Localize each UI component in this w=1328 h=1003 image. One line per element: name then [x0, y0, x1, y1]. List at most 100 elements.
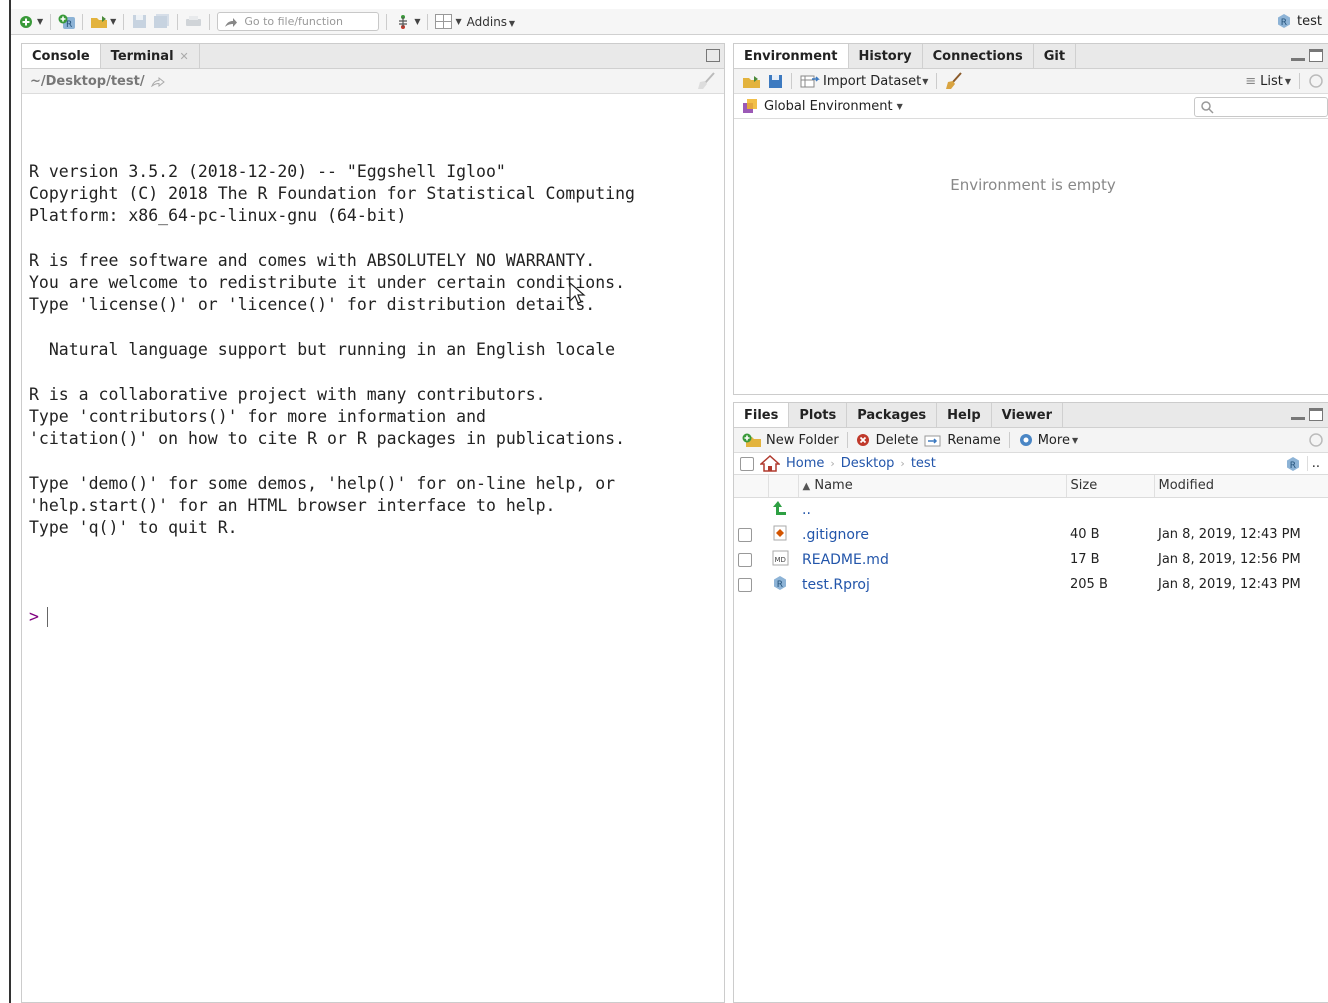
tab-viewer[interactable]: Viewer	[992, 403, 1063, 427]
import-dataset-menu[interactable]: Import Dataset ▼	[800, 74, 928, 89]
toolbar-divider	[123, 13, 125, 30]
goto-directory-icon[interactable]	[150, 76, 165, 87]
load-workspace-icon[interactable]	[742, 74, 762, 89]
size-column-header[interactable]: Size	[1066, 475, 1155, 498]
chevron-down-icon[interactable]: ▼	[455, 17, 461, 26]
tab-label: Console	[32, 48, 90, 64]
tab-environment[interactable]: Environment	[734, 44, 849, 68]
console-path-bar: ~/Desktop/test/	[22, 69, 724, 94]
environment-search-input[interactable]	[1194, 97, 1328, 117]
tab-label: Plots	[799, 407, 837, 423]
tab-files[interactable]: Files	[734, 403, 790, 427]
git-vcs-icon[interactable]	[394, 13, 411, 30]
breadcrumb-desktop[interactable]: Desktop	[841, 456, 895, 471]
mouse-pointer-icon	[569, 282, 586, 304]
view-mode-menu[interactable]: ≡ List ▼	[1245, 74, 1291, 89]
console-prompt[interactable]: >	[29, 606, 724, 628]
tab-label: Connections	[932, 48, 1023, 64]
tab-help[interactable]: Help	[937, 403, 992, 427]
broom-clear-icon[interactable]	[945, 72, 963, 90]
toolbar-divider	[50, 13, 52, 30]
icon-cell	[768, 497, 798, 522]
file-name-link[interactable]: README.md	[802, 552, 889, 568]
console-lines: R version 3.5.2 (2018-12-20) -- "Eggshel…	[29, 161, 724, 540]
chevron-down-icon[interactable]: ▼	[37, 17, 43, 26]
svg-text:R: R	[66, 20, 72, 30]
minimize-pane-icon[interactable]	[1291, 417, 1305, 420]
refresh-icon[interactable]	[1308, 432, 1324, 448]
breadcrumb-test[interactable]: test	[911, 456, 936, 471]
tab-git[interactable]: Git	[1034, 44, 1077, 68]
tab-terminal[interactable]: Terminal ✕	[101, 44, 200, 68]
tab-plots[interactable]: Plots	[789, 403, 848, 427]
r-project-icon: R	[1278, 14, 1291, 28]
refresh-icon[interactable]	[1308, 73, 1324, 89]
tab-connections[interactable]: Connections	[923, 44, 1034, 68]
global-env-icon	[743, 99, 757, 113]
delete-button[interactable]: Delete	[856, 432, 919, 448]
open-folder-icon[interactable]	[90, 13, 108, 30]
chevron-down-icon[interactable]: ▼	[110, 17, 116, 26]
r-project-icon[interactable]: R	[1285, 456, 1301, 472]
maximize-pane-icon[interactable]	[1309, 408, 1323, 421]
tab-console[interactable]: Console	[22, 44, 101, 68]
delete-label: Delete	[875, 432, 919, 448]
table-row[interactable]: MD README.md 17 B Jan 8, 2019, 12:56 PM	[734, 547, 1328, 572]
view-mode-label: List	[1260, 73, 1283, 89]
home-icon[interactable]	[760, 455, 780, 472]
print-icon[interactable]	[185, 13, 202, 30]
new-folder-button[interactable]: New Folder	[742, 433, 839, 448]
console-line: Type 'demo()' for some demos, 'help()' f…	[29, 473, 616, 493]
maximize-pane-icon[interactable]	[1309, 49, 1323, 62]
tab-packages[interactable]: Packages	[847, 403, 938, 427]
rename-button[interactable]: Rename	[924, 433, 1001, 448]
goto-file-input[interactable]: Go to file/function	[217, 12, 380, 31]
modified-cell	[1154, 497, 1328, 522]
new-file-icon[interactable]	[17, 13, 34, 30]
file-name-link[interactable]: test.Rproj	[802, 577, 870, 593]
rename-icon	[924, 435, 941, 447]
file-name-link[interactable]: .gitignore	[802, 527, 869, 543]
row-checkbox[interactable]	[738, 552, 752, 567]
files-tabbar: Files Plots Packages Help Viewer	[734, 403, 1328, 428]
row-checkbox[interactable]	[738, 577, 752, 592]
parent-directory-row[interactable]: ..	[734, 497, 1328, 522]
console-line: 'help.start()' for an HTML browser inter…	[29, 496, 556, 516]
select-all-checkbox[interactable]	[740, 456, 754, 471]
icon-cell: MD	[768, 547, 798, 572]
modified-column-header[interactable]: Modified	[1154, 475, 1328, 498]
save-icon[interactable]	[131, 13, 148, 30]
project-menu[interactable]: R test	[1276, 13, 1322, 29]
row-checkbox[interactable]	[738, 527, 752, 542]
breadcrumb-overflow[interactable]: ..	[1306, 456, 1326, 471]
new-project-icon[interactable]: R	[58, 13, 76, 30]
icon-column-header	[768, 475, 799, 498]
parent-directory-icon	[773, 500, 786, 515]
table-row[interactable]: .gitignore 40 B Jan 8, 2019, 12:43 PM	[734, 522, 1328, 547]
modified-column-label: Modified	[1158, 478, 1214, 494]
project-name: test	[1297, 13, 1322, 29]
close-icon[interactable]: ✕	[180, 50, 189, 63]
tab-history[interactable]: History	[849, 44, 923, 68]
breadcrumb-home[interactable]: Home	[786, 456, 824, 471]
environment-scope-menu[interactable]: Global Environment ▼	[742, 98, 903, 114]
restore-pane-icon[interactable]	[706, 49, 720, 62]
table-row[interactable]: R test.Rproj 205 B Jan 8, 2019, 12:43 PM	[734, 572, 1328, 597]
chevron-down-icon[interactable]: ▼	[414, 17, 420, 26]
name-column-header[interactable]: ▲ Name	[798, 475, 1067, 498]
markdown-file-icon: MD	[772, 550, 789, 565]
working-directory[interactable]: ~/Desktop/test/	[30, 74, 145, 89]
pane-layout-icon[interactable]	[435, 13, 453, 30]
tab-label: Environment	[744, 48, 838, 64]
console-line: You are welcome to redistribute it under…	[29, 273, 626, 293]
minimize-pane-icon[interactable]	[1291, 58, 1305, 61]
save-all-icon[interactable]	[153, 13, 170, 30]
parent-directory-link[interactable]: ..	[802, 502, 811, 518]
files-table: ▲ Name Size Modified .. .gitignore 40 B …	[734, 475, 1328, 597]
addins-label: Addins	[466, 14, 508, 29]
console-output[interactable]: R version 3.5.2 (2018-12-20) -- "Eggshel…	[22, 94, 724, 673]
addins-menu[interactable]: Addins ▼	[467, 15, 515, 29]
more-menu[interactable]: More ▼	[1018, 432, 1078, 448]
save-workspace-icon[interactable]	[768, 74, 783, 89]
clear-console-icon[interactable]	[696, 72, 716, 90]
